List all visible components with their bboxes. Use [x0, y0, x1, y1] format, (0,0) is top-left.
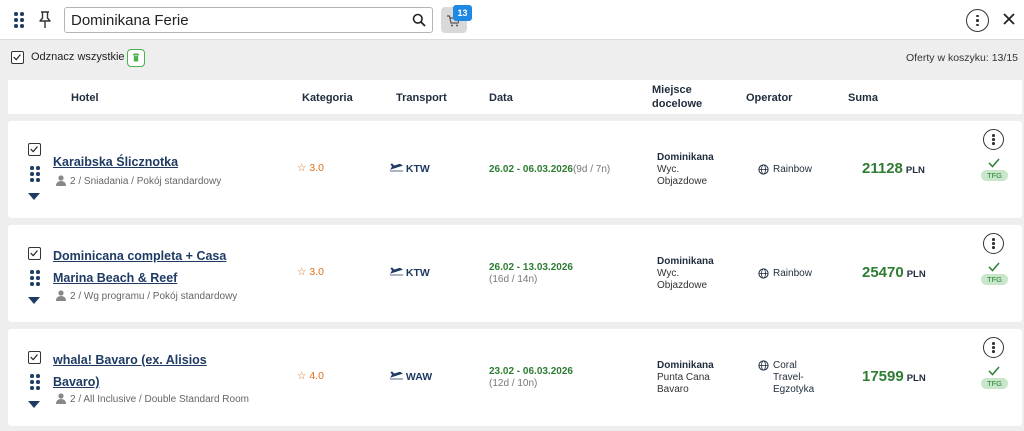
check-icon: [988, 158, 1000, 168]
select-all-checkbox[interactable]: [11, 51, 24, 64]
offer-details: 2 / Wg programu / Pokój standardowy: [56, 290, 237, 302]
top-bar: 13: [0, 0, 1024, 40]
header-operator[interactable]: Operator: [746, 91, 792, 105]
operator: Rainbow: [758, 164, 812, 176]
offer-checkbox[interactable]: [28, 143, 41, 156]
plane-icon: [390, 267, 403, 276]
chevron-down-icon[interactable]: [28, 401, 40, 408]
search-icon[interactable]: [412, 13, 426, 27]
tfg-badge: TFG: [981, 274, 1008, 285]
drag-handle-icon[interactable]: [30, 270, 40, 286]
category-rating: ☆ 4.0: [297, 370, 324, 382]
pin-icon[interactable]: [38, 11, 52, 29]
check-icon: [988, 366, 1000, 376]
star-icon: ☆: [297, 370, 307, 382]
offer-price: 25470 PLN: [862, 264, 926, 281]
check-icon: [30, 146, 38, 153]
check-icon: [988, 262, 1000, 272]
offer-price: 17599 PLN: [862, 368, 926, 385]
hotel-name-link[interactable]: Karaibska Ślicznotka: [53, 151, 268, 173]
header-transport[interactable]: Transport: [396, 91, 447, 105]
person-icon: [56, 393, 66, 404]
star-icon: ☆: [297, 162, 307, 174]
offer-checkbox[interactable]: [28, 247, 41, 260]
select-all-label[interactable]: Odznacz wszystkie: [31, 51, 125, 63]
header-hotel[interactable]: Hotel: [71, 91, 99, 105]
star-icon: ☆: [297, 266, 307, 278]
kebab-menu-icon[interactable]: [966, 9, 989, 32]
header-date[interactable]: Data: [489, 91, 513, 105]
operator: Coral Travel- Egzotyka: [758, 360, 814, 396]
offer-card: Dominicana completa + Casa Marina Beach …: [8, 225, 1022, 322]
search-box: [64, 7, 433, 33]
header-sum[interactable]: Suma: [848, 91, 878, 105]
drag-handle-icon[interactable]: [30, 374, 40, 390]
kebab-menu-icon[interactable]: [983, 233, 1004, 254]
category-rating: ☆ 3.0: [297, 162, 324, 174]
tfg-badge: TFG: [981, 170, 1008, 181]
check-icon: [30, 354, 38, 361]
offer-checkbox[interactable]: [28, 351, 41, 364]
offer-date: 26.02 - 13.03.2026 (16d / 14n): [489, 262, 573, 285]
offer-date: 23.02 - 06.03.2026 (12d / 10n): [489, 366, 573, 389]
kebab-menu-icon[interactable]: [983, 129, 1004, 150]
basket-count-text: Oferty w koszyku: 13/15: [905, 52, 1018, 64]
offer-price: 21128 PLN: [862, 160, 925, 177]
close-icon[interactable]: [1003, 13, 1015, 25]
person-icon: [56, 290, 66, 301]
kebab-menu-icon[interactable]: [983, 337, 1004, 358]
offer-card: whala! Bavaro (ex. Alisios Bavaro) 2 / A…: [8, 329, 1022, 426]
offer-details: 2 / All Inclusive / Double Standard Room: [56, 393, 249, 405]
grid-icon[interactable]: [14, 12, 24, 28]
delete-selected-button[interactable]: [127, 49, 145, 67]
offer-card: Karaibska Ślicznotka 2 / Sniadania / Pok…: [8, 121, 1022, 218]
globe-icon: [758, 164, 769, 175]
person-icon: [56, 175, 66, 186]
offer-date: 26.02 - 06.03.2026(9d / 7n): [489, 164, 611, 175]
plane-icon: [390, 163, 403, 172]
transport: KTW: [390, 267, 430, 279]
hotel-name-link[interactable]: Dominicana completa + Casa Marina Beach …: [53, 245, 268, 289]
tfg-badge: TFG: [981, 378, 1008, 389]
offer-details: 2 / Sniadania / Pokój standardowy: [56, 175, 221, 187]
chevron-down-icon[interactable]: [28, 297, 40, 304]
plane-icon: [390, 371, 403, 380]
header-destination[interactable]: Miejsce docelowe: [652, 83, 712, 111]
check-icon: [13, 54, 21, 61]
drag-handle-icon[interactable]: [30, 166, 40, 182]
globe-icon: [758, 360, 769, 371]
destination: Dominikana Punta Cana Bavaro: [657, 360, 714, 395]
trash-icon: [133, 53, 139, 62]
header-category[interactable]: Kategoria: [302, 91, 353, 105]
destination: Dominikana Wyc. Objazdowe: [657, 152, 714, 187]
table-header: Hotel Kategoria Transport Data Miejsce d…: [8, 80, 1022, 114]
chevron-down-icon[interactable]: [28, 193, 40, 200]
globe-icon: [758, 268, 769, 279]
category-rating: ☆ 3.0: [297, 266, 324, 278]
transport: KTW: [390, 163, 430, 175]
transport: WAW: [390, 371, 432, 383]
operator: Rainbow: [758, 268, 812, 280]
hotel-name-link[interactable]: whala! Bavaro (ex. Alisios Bavaro): [53, 349, 233, 393]
search-input[interactable]: [71, 10, 401, 30]
destination: Dominikana Wyc. Objazdowe: [657, 256, 714, 291]
check-icon: [30, 250, 38, 257]
cart-count-badge: 13: [453, 5, 472, 21]
